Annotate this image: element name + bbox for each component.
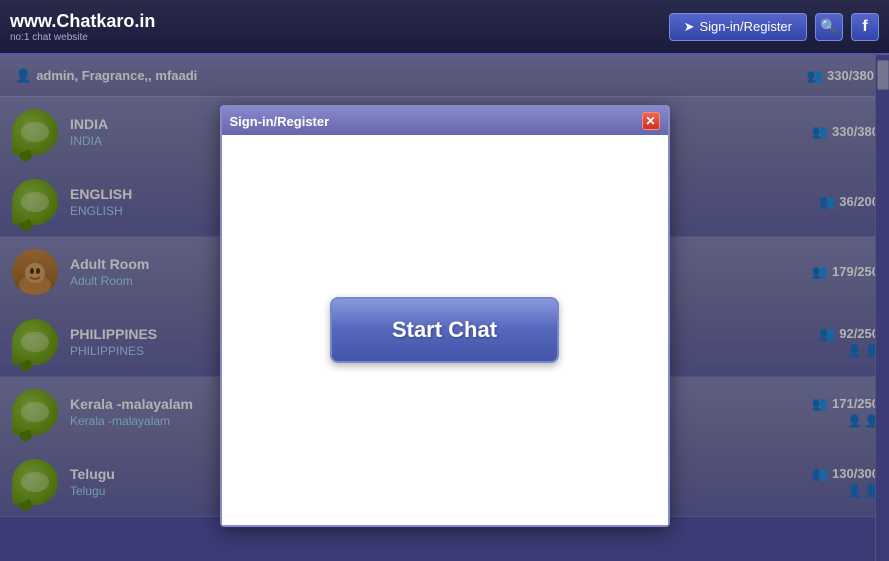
- modal-title: Sign-in/Register: [230, 114, 642, 129]
- modal-body: Start Chat: [222, 135, 668, 525]
- search-icon: 🔍: [820, 18, 837, 35]
- search-button[interactable]: 🔍: [815, 13, 843, 41]
- logo-area: www.Chatkaro.in no:1 chat website: [10, 11, 155, 43]
- modal-titlebar: Sign-in/Register ✕: [222, 107, 668, 135]
- logo-sub-text: no:1 chat website: [10, 32, 155, 43]
- signin-register-button[interactable]: ➤ Sign-in/Register: [669, 13, 807, 41]
- header: www.Chatkaro.in no:1 chat website ➤ Sign…: [0, 0, 889, 55]
- logo-main-text: www.Chatkaro.in: [10, 11, 155, 31]
- modal-overlay: Sign-in/Register ✕ Start Chat: [0, 55, 889, 561]
- header-right: ➤ Sign-in/Register 🔍 f: [669, 13, 879, 41]
- modal-close-button[interactable]: ✕: [642, 112, 660, 130]
- start-chat-button[interactable]: Start Chat: [330, 297, 559, 363]
- signin-icon: ➤: [684, 19, 695, 35]
- facebook-button[interactable]: f: [851, 13, 879, 41]
- main-area: 👤 admin, Fragrance,, mfaadi 👥 330/380 IN…: [0, 55, 889, 561]
- logo-text: www.Chatkaro.in: [10, 11, 155, 32]
- facebook-icon: f: [862, 18, 867, 36]
- signin-modal: Sign-in/Register ✕ Start Chat: [220, 105, 670, 527]
- signin-label: Sign-in/Register: [700, 19, 793, 34]
